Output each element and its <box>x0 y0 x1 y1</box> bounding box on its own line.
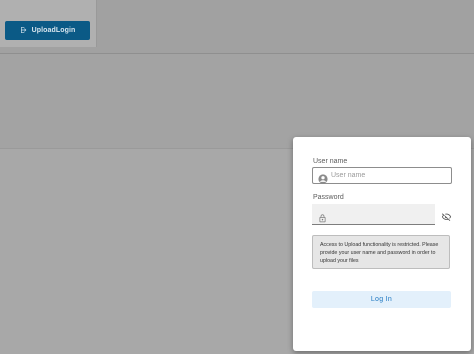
upload-login-button[interactable]: UploadLogin <box>5 21 90 40</box>
account-circle-icon <box>318 171 328 184</box>
password-field[interactable] <box>312 204 435 225</box>
password-label: Password <box>313 194 344 201</box>
toggle-password-visibility[interactable] <box>441 209 452 221</box>
username-label: User name <box>313 158 348 165</box>
eye-off-icon <box>441 209 452 226</box>
content-band <box>0 54 474 149</box>
password-input[interactable] <box>331 210 431 218</box>
upload-login-label: UploadLogin <box>31 27 76 34</box>
lock-icon <box>318 210 327 222</box>
upload-panel: UploadLogin <box>0 0 97 47</box>
username-field[interactable] <box>312 167 452 184</box>
top-toolbar: UploadLogin <box>0 0 474 54</box>
login-icon <box>20 26 28 36</box>
access-notice: Access to Upload functionality is restri… <box>312 235 450 269</box>
username-input[interactable] <box>331 172 441 179</box>
login-button[interactable]: Log In <box>312 291 451 308</box>
login-dialog: User name Password Access to Upload func… <box>293 137 471 351</box>
